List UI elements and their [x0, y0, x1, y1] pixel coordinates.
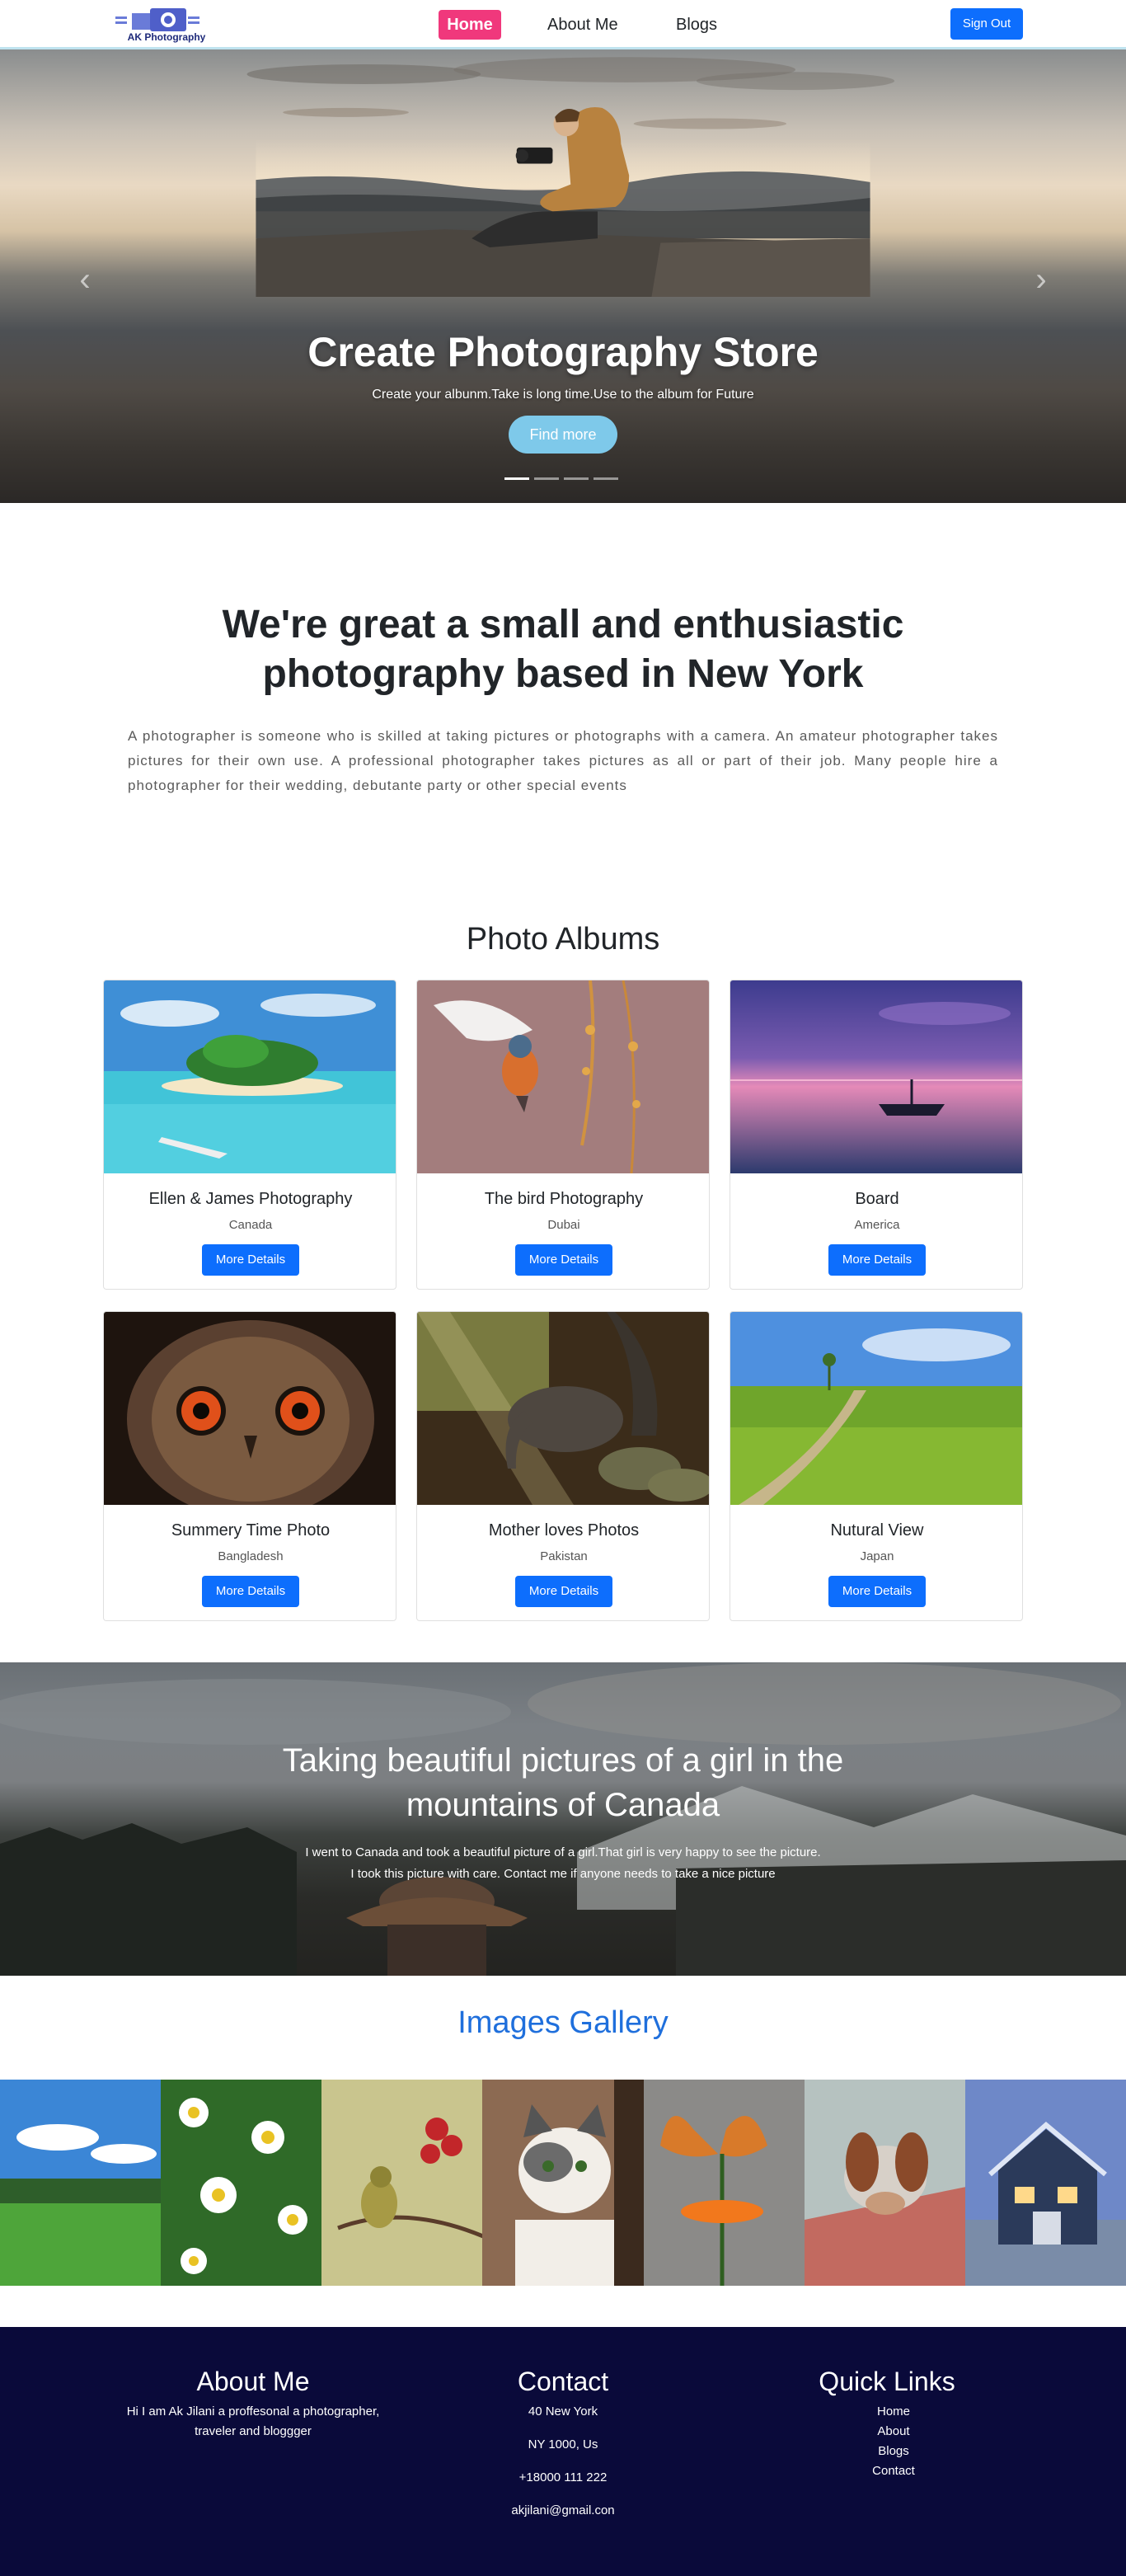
find-more-button[interactable]: Find more — [509, 416, 617, 454]
album-card: Summery Time Photo Bangladesh More Detai… — [103, 1311, 396, 1621]
carousel-indicator[interactable] — [564, 477, 589, 480]
album-title: The bird Photography — [484, 1190, 644, 1208]
gallery-image[interactable] — [321, 2080, 483, 2286]
carousel-indicator[interactable] — [534, 477, 559, 480]
album-title: Ellen & James Photography — [148, 1190, 353, 1208]
footer-links-title: Quick Links — [819, 2367, 955, 2396]
album-card: Nutural View Japan More Details — [730, 1311, 1023, 1621]
album-title: Mother loves Photos — [488, 1521, 640, 1539]
contact-address-1: 40 New York — [528, 2404, 598, 2419]
gallery-image[interactable] — [643, 2080, 805, 2286]
gallery-image[interactable] — [804, 2080, 965, 2286]
album-image — [104, 1312, 396, 1505]
gallery-image[interactable] — [0, 2080, 162, 2286]
more-details-button[interactable]: More Details — [515, 1244, 612, 1276]
carousel-indicator[interactable] — [504, 477, 529, 480]
more-details-button[interactable]: More Details — [202, 1244, 299, 1276]
footer-link-blogs[interactable]: Blogs — [776, 2442, 1011, 2461]
banner-line: I went to Canada and took a beautiful pi… — [305, 1845, 821, 1859]
footer-about: About Me Hi I am Ak Jilani a proffesonal… — [115, 2327, 391, 2442]
more-details-button[interactable]: More Details — [828, 1244, 926, 1276]
album-card: Mother loves Photos Pakistan More Detail… — [416, 1311, 710, 1621]
intro-body: A photographer is someone who is skilled… — [128, 728, 998, 793]
gallery-image[interactable] — [161, 2080, 322, 2286]
image-gallery — [0, 2080, 1126, 2286]
intro-heading: We're great a small and enthusiastic pho… — [222, 603, 904, 696]
banner-line: I took this picture with care. Contact m… — [350, 1867, 776, 1881]
album-location: Pakistan — [540, 1549, 588, 1563]
album-location: Canada — [228, 1218, 273, 1232]
album-image — [104, 980, 396, 1173]
contact-address-2: NY 1000, Us — [528, 2437, 598, 2451]
carousel-indicators — [504, 477, 622, 482]
hero-carousel: ‹ › Create Photography Store Create your… — [0, 49, 1126, 503]
carousel-indicator[interactable] — [593, 477, 618, 480]
hero-subtitle: Create your albunm.Take is long time.Use… — [372, 388, 754, 402]
album-image — [417, 980, 709, 1173]
chevron-left-icon[interactable]: ‹ — [73, 259, 97, 300]
album-card: Ellen & James Photography Canada More De… — [103, 980, 396, 1290]
album-image — [730, 1312, 1022, 1505]
album-location: America — [854, 1218, 900, 1232]
gallery-title: Images Gallery — [457, 2005, 669, 2040]
album-location: Japan — [860, 1549, 894, 1563]
album-image — [417, 1312, 709, 1505]
footer-quick-links: Quick Links Home About Blogs Contact — [763, 2327, 1011, 2481]
footer-contact-title: Contact — [517, 2367, 609, 2396]
footer-contact: Contact 40 New York NY 1000, Us +18000 1… — [462, 2327, 664, 2521]
albums-title: Photo Albums — [466, 922, 660, 957]
gallery-image[interactable] — [482, 2080, 644, 2286]
footer: About Me Hi I am Ak Jilani a proffesonal… — [0, 2327, 1126, 2576]
more-details-button[interactable]: More Details — [828, 1576, 926, 1607]
hero-photo — [246, 57, 894, 297]
gallery-image[interactable] — [964, 2080, 1126, 2286]
banner-description: I went to Canada and took a beautiful pi… — [233, 1842, 893, 1885]
sign-out-button[interactable]: Sign Out — [950, 8, 1023, 40]
nav-home[interactable]: Home — [439, 10, 501, 40]
nav-blogs[interactable]: Blogs — [676, 10, 717, 40]
banner-title: Taking beautiful pictures of a girl in t… — [282, 1742, 844, 1823]
nav-about-me[interactable]: About Me — [547, 10, 618, 40]
more-details-button[interactable]: More Details — [515, 1576, 612, 1607]
page: AK Photography Home About Me Blogs Sign … — [0, 0, 1126, 2576]
album-image — [730, 980, 1022, 1173]
hero-title: Create Photography Store — [307, 329, 819, 375]
canada-banner: Taking beautiful pictures of a girl in t… — [0, 1662, 1126, 1976]
logo-text: AK Photography — [127, 31, 206, 43]
album-title: Summery Time Photo — [171, 1521, 331, 1539]
chevron-right-icon[interactable]: › — [1029, 259, 1053, 300]
footer-about-title: About Me — [196, 2367, 310, 2396]
album-location: Dubai — [547, 1218, 580, 1232]
album-card: The bird Photography Dubai More Details — [416, 980, 710, 1290]
navbar: AK Photography Home About Me Blogs Sign … — [0, 0, 1126, 49]
contact-phone: +18000 111 222 — [518, 2470, 608, 2484]
album-title: Board — [855, 1190, 899, 1208]
footer-link-about[interactable]: About — [776, 2422, 1011, 2442]
album-location: Bangladesh — [218, 1549, 284, 1563]
album-card: Board America More Details — [730, 980, 1023, 1290]
contact-email[interactable]: akjilani@gmail.con — [462, 2501, 664, 2521]
footer-about-text: Hi I am Ak Jilani a proffesonal a photog… — [126, 2404, 380, 2438]
more-details-button[interactable]: More Details — [202, 1576, 299, 1607]
album-title: Nutural View — [830, 1521, 924, 1539]
footer-link-home[interactable]: Home — [776, 2402, 1011, 2422]
footer-link-contact[interactable]: Contact — [776, 2461, 1011, 2481]
site-logo[interactable]: AK Photography — [102, 7, 228, 43]
